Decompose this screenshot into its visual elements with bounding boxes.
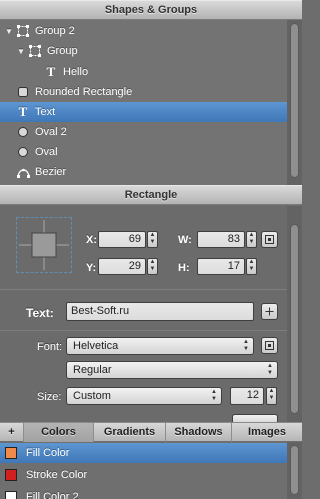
shapes-groups-title: Shapes & Groups — [104, 4, 198, 16]
font-label: Font: — [37, 341, 63, 353]
font-size-preset: Custom — [73, 390, 111, 402]
font-family-value: Helvetica — [73, 340, 119, 352]
font-size-popup[interactable]: Custom ▲ ▼ — [66, 387, 222, 405]
w-stepper[interactable]: ▲ ▼ — [246, 231, 257, 248]
inspector-panel: X: 69 ▲ ▼ W: 83 ▲ ▼ Y: 29 ▲ ▼ H: 17 ▲ ▼ Text… — [0, 206, 287, 424]
layer-row-hello[interactable]: T Hello — [0, 62, 287, 82]
text-field[interactable]: Best-Soft.ru — [66, 302, 254, 321]
group-icon — [28, 45, 42, 57]
color-row-stroke[interactable]: Stroke Color — [0, 465, 287, 485]
constrain-proportions-button[interactable] — [261, 231, 278, 248]
font-panel-icon — [265, 341, 274, 350]
layer-label: Group — [47, 45, 78, 57]
x-stepper[interactable]: ▲ ▼ — [147, 231, 158, 248]
popup-arrows-icon: ▲ ▼ — [267, 363, 273, 376]
layer-label: Bezier — [35, 166, 67, 178]
h-label: H: — [178, 262, 190, 274]
group-icon — [16, 25, 30, 37]
expand-icon — [265, 307, 274, 316]
scrollbar-thumb[interactable] — [290, 23, 299, 178]
disclosure-triangle-icon[interactable]: ▼ — [4, 27, 14, 36]
font-size-stepper[interactable]: ▲ ▼ — [266, 387, 277, 405]
bezier-icon — [16, 166, 30, 178]
font-panel-button[interactable] — [261, 337, 278, 354]
font-style-value: Regular — [73, 364, 112, 376]
layer-label: Oval — [35, 146, 58, 158]
layer-label: Group 2 — [35, 25, 75, 37]
oval-icon — [16, 146, 30, 158]
y-label: Y: — [86, 262, 97, 274]
color-row-fill[interactable]: Fill Color — [0, 443, 287, 463]
font-family-popup[interactable]: Helvetica ▲ ▼ — [66, 337, 254, 355]
rounded-rect-icon — [16, 86, 30, 98]
font-style-popup[interactable]: Regular ▲ ▼ — [66, 361, 278, 379]
color-label: Fill Color 2 — [26, 491, 79, 499]
layer-row-oval[interactable]: Oval — [0, 142, 287, 162]
color-row-fill-2[interactable]: Fill Color 2 — [0, 487, 287, 499]
popup-arrows-icon: ▲ ▼ — [243, 339, 249, 352]
layer-list: ▼ Group 2 ▼ Group T Hello Rounded Rectan… — [0, 20, 287, 185]
color-swatch[interactable] — [5, 491, 17, 499]
anchor-point-widget[interactable] — [16, 217, 72, 273]
divider — [0, 330, 287, 331]
x-field[interactable]: 69 — [98, 231, 146, 248]
tab-shadows[interactable]: Shadows — [166, 423, 232, 442]
popup-arrows-icon: ▲ ▼ — [211, 389, 217, 402]
color-list: Fill Color Stroke Color Fill Color 2 — [0, 442, 287, 499]
scrollbar-thumb[interactable] — [290, 224, 299, 414]
inspector-scrollbar[interactable] — [287, 206, 302, 422]
disclosure-triangle-icon[interactable]: ▼ — [16, 47, 26, 56]
oval-icon — [16, 126, 30, 138]
add-button[interactable]: + — [0, 423, 24, 442]
h-stepper[interactable]: ▲ ▼ — [246, 258, 257, 275]
h-field[interactable]: 17 — [197, 258, 245, 275]
layer-row-text[interactable]: T Text — [0, 102, 287, 122]
color-list-scrollbar[interactable] — [287, 442, 302, 499]
tab-images[interactable]: Images — [232, 423, 302, 442]
layer-label: Hello — [63, 66, 89, 78]
color-swatch[interactable] — [5, 447, 17, 459]
divider — [0, 289, 287, 290]
anchor-grid-icon — [19, 220, 69, 270]
y-stepper[interactable]: ▲ ▼ — [147, 258, 158, 275]
inspector-title: Rectangle — [124, 189, 178, 201]
text-label: Text: — [26, 306, 54, 320]
tab-colors[interactable]: Colors — [24, 423, 94, 442]
layer-row-oval-2[interactable]: Oval 2 — [0, 122, 287, 142]
text-edit-button[interactable] — [261, 303, 278, 320]
layer-label: Rounded Rectangle — [35, 86, 133, 98]
w-field[interactable]: 83 — [197, 231, 245, 248]
layer-label: Oval 2 — [35, 126, 67, 138]
inspector-header: Rectangle — [0, 185, 302, 205]
layer-row-group[interactable]: ▼ Group — [0, 41, 287, 61]
color-swatch[interactable] — [5, 469, 17, 481]
color-label: Fill Color — [26, 447, 70, 459]
layer-label: Text — [35, 106, 56, 118]
bottom-tabs: + Colors Gradients Shadows Images — [0, 422, 302, 442]
font-size-field[interactable]: 12 — [230, 387, 264, 405]
x-label: X: — [86, 234, 97, 246]
lock-ratio-icon — [265, 235, 274, 244]
scrollbar-thumb[interactable] — [290, 445, 299, 495]
text-icon: T — [18, 104, 28, 119]
color-label: Stroke Color — [26, 469, 88, 481]
w-label: W: — [178, 234, 192, 246]
text-icon: T — [46, 64, 56, 79]
shapes-groups-header: Shapes & Groups — [0, 0, 302, 20]
size-label: Size: — [37, 391, 62, 403]
tab-gradients[interactable]: Gradients — [94, 423, 166, 442]
layer-row-bezier[interactable]: Bezier — [0, 162, 287, 182]
layer-row-group-2[interactable]: ▼ Group 2 — [0, 21, 287, 41]
layer-row-rounded-rectangle[interactable]: Rounded Rectangle — [0, 82, 287, 102]
y-field[interactable]: 29 — [98, 258, 146, 275]
layer-list-scrollbar[interactable] — [287, 20, 302, 185]
